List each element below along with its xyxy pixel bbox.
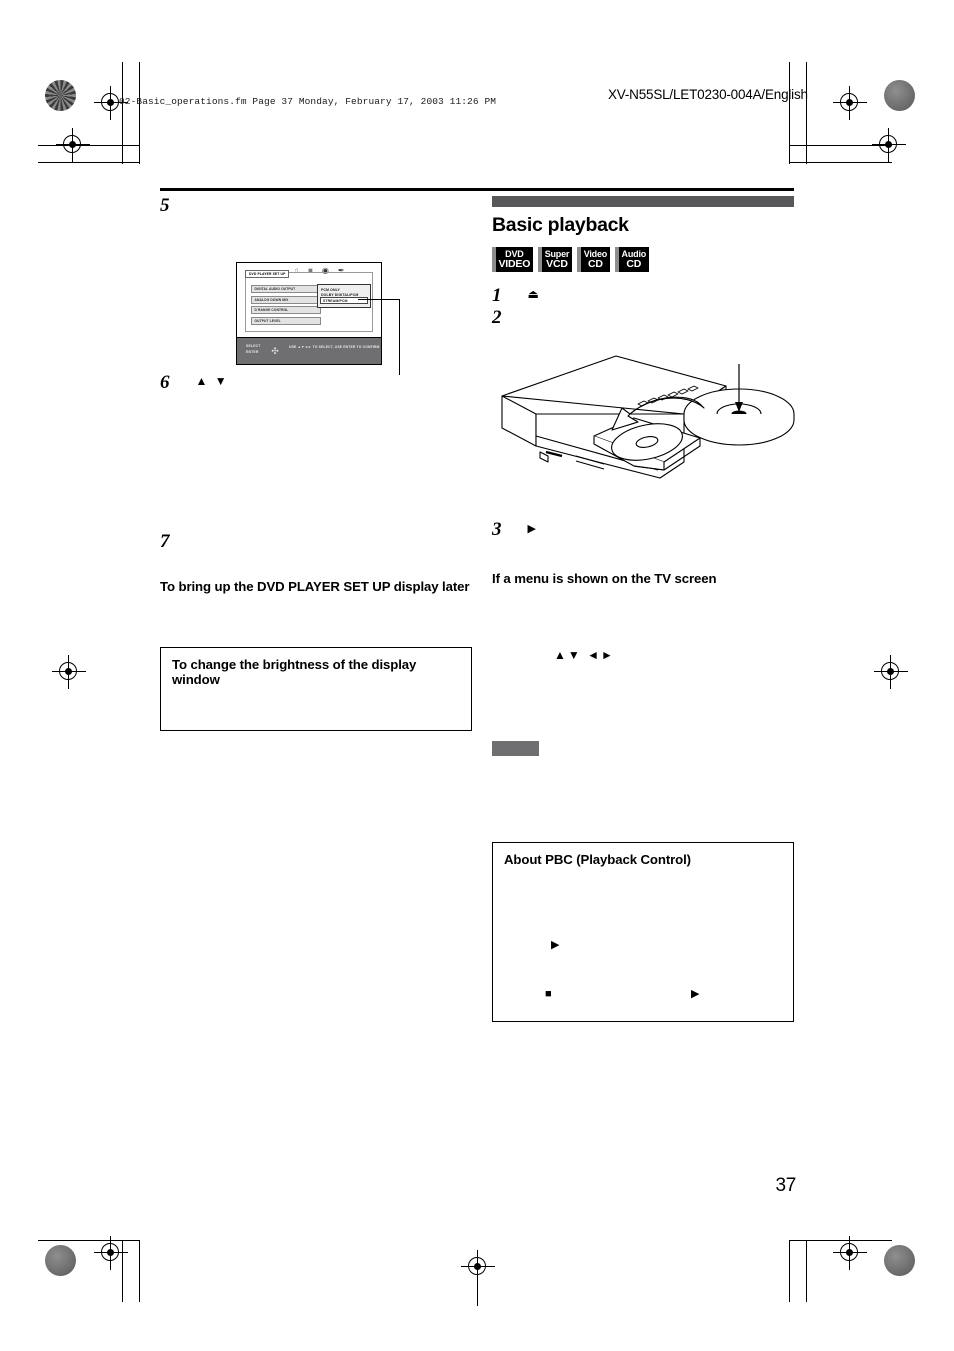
direction-arrows-icon: ▲▼ ◄► <box>554 647 615 662</box>
dvd-setup-osd-screenshot: DVD PLAYER SET UP ♫ ■ ◉ ✒ DIGITAL AUDIO … <box>236 262 382 365</box>
crop-mark-tr-v <box>806 62 808 164</box>
play-icon: ▶ <box>551 938 562 951</box>
osd-menu-item[interactable]: DIGITAL AUDIO OUTPUT <box>251 285 321 293</box>
badge-line2: CD <box>626 257 642 270</box>
right-column: Basic playback DVD VIDEO Super VCD Video… <box>492 196 794 1022</box>
play-icon: ▶ <box>691 987 702 1000</box>
halftone-dot-bottom-left <box>45 1245 76 1276</box>
step-7-number: 7 <box>160 531 170 552</box>
page-top-rule <box>160 188 794 191</box>
crop-mark-bl-v2 <box>139 1240 141 1302</box>
dvd-player-illustration <box>488 352 798 497</box>
document-code-header: XV-N55SL/LET0230-004A/English <box>608 87 808 102</box>
step-6: 6 ▲ ▼ <box>160 373 472 392</box>
crop-mark-br-v2 <box>789 1240 791 1302</box>
step-1-number: 1 <box>492 285 502 306</box>
page-number: 37 <box>775 1175 796 1196</box>
play-icon: ▶ <box>527 523 538 535</box>
brightness-note-title: To change the brightness of the display … <box>172 656 417 687</box>
osd-footer-instruction: USE ▲▼◄► TO SELECT, USE ENTER TO CONFIRM <box>289 345 380 349</box>
badge-audio-cd: Audio CD <box>615 247 650 272</box>
crop-mark-tr-v2 <box>789 62 791 164</box>
crop-mark-tl-v <box>122 62 124 164</box>
halftone-dot-top-right <box>884 80 915 111</box>
up-down-arrow-icon: ▲ ▼ <box>195 374 229 388</box>
pbc-note-box: About PBC (Playback Control) ▶ ■ ▶ <box>492 841 794 1022</box>
osd-menu-item[interactable]: D RANGE CONTROL <box>251 306 321 314</box>
step-2-number: 2 <box>492 307 502 328</box>
crop-mark-bottom-center-v <box>477 1258 479 1306</box>
eject-icon: ⏏ <box>527 287 541 301</box>
step-5: 5 <box>160 196 472 215</box>
heading-if-menu-shown: If a menu is shown on the TV screen <box>492 571 717 586</box>
step-3-body: ▶ <box>528 520 538 537</box>
osd-menu-list: DIGITAL AUDIO OUTPUT ANALOG DOWN MIX D R… <box>251 285 321 327</box>
badge-dvd-video: DVD VIDEO <box>492 247 534 272</box>
step-2: 2 <box>492 308 794 327</box>
osd-footer-left: SELECT ENTER <box>246 344 261 356</box>
step-5-number: 5 <box>160 195 170 216</box>
badge-line2: VCD <box>546 257 568 270</box>
badge-video-cd: Video CD <box>577 247 611 272</box>
osd-footer-bar: SELECT ENTER ✣ USE ▲▼◄► TO SELECT, USE E… <box>237 337 381 364</box>
step-1-body: ⏏ <box>528 286 541 303</box>
osd-footer-select-label: SELECT <box>246 344 261 348</box>
crop-mark-tl-h <box>38 145 140 147</box>
crop-mark-bl-v <box>122 1240 124 1302</box>
registration-mark-right-middle <box>874 655 908 689</box>
dpad-icon: ✣ <box>271 346 279 356</box>
halftone-dot-top-left <box>45 80 76 111</box>
step-1: 1 ⏏ <box>492 286 794 305</box>
halftone-dot-bottom-right <box>884 1245 915 1276</box>
pbc-note-title: About PBC (Playback Control) <box>504 851 691 867</box>
step-6-body: ▲ ▼ <box>196 373 229 390</box>
stop-icon: ■ <box>545 987 554 1000</box>
osd-title: DVD PLAYER SET UP <box>245 270 290 278</box>
step-3-number: 3 <box>492 519 502 540</box>
heading-bring-up-setup: To bring up the DVD PLAYER SET UP displa… <box>160 579 470 594</box>
registration-mark-left-middle <box>52 655 86 689</box>
step-3: 3 ▶ <box>492 520 794 539</box>
badge-line2: VIDEO <box>498 257 531 270</box>
badge-line2: CD <box>587 257 603 270</box>
callout-line-horizontal <box>358 299 400 301</box>
step-7: 7 <box>160 532 472 551</box>
osd-submenu: PCM ONLY DOLBY DIGITAL/PCM STREAM/PCM <box>317 284 371 309</box>
registration-mark-top-right <box>833 86 867 120</box>
note-marker-label <box>492 740 539 756</box>
disc-type-badges: DVD VIDEO Super VCD Video CD Audio CD <box>492 247 794 272</box>
step-6-number: 6 <box>160 372 170 393</box>
badge-super-vcd: Super VCD <box>538 247 573 272</box>
osd-menu-item[interactable]: OUTPUT LEVEL <box>251 316 321 325</box>
filename-header: 02-Basic_operations.fm Page 37 Monday, F… <box>119 96 497 107</box>
osd-footer-enter-label: ENTER <box>246 349 259 354</box>
osd-frame: DVD PLAYER SET UP ♫ ■ ◉ ✒ DIGITAL AUDIO … <box>236 262 382 365</box>
section-title-basic-playback: Basic playback <box>492 214 629 236</box>
crop-mark-tl-h2 <box>38 162 140 164</box>
crop-mark-br-v <box>806 1240 808 1302</box>
section-bar <box>492 196 794 207</box>
crop-mark-bl-h <box>38 1240 140 1242</box>
callout-line-vertical <box>399 299 401 375</box>
crop-mark-tl-v2 <box>139 62 141 164</box>
osd-menu-item[interactable]: ANALOG DOWN MIX <box>251 295 321 304</box>
brightness-note-box: To change the brightness of the display … <box>160 646 472 731</box>
